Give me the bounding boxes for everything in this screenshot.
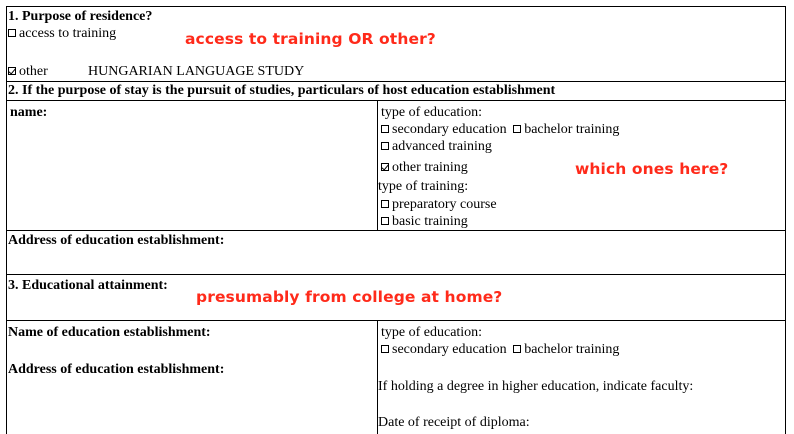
diploma-date-label: Date of receipt of diploma: bbox=[378, 415, 530, 430]
checkbox-other-training-checked[interactable] bbox=[381, 163, 389, 171]
type-of-education-label: type of education: bbox=[381, 105, 483, 120]
option-preparatory-label: preparatory course bbox=[392, 197, 497, 212]
border-right bbox=[785, 6, 786, 434]
option-secondary-label: secondary education bbox=[392, 122, 507, 137]
other-value: HUNGARIAN LANGUAGE STUDY bbox=[88, 64, 305, 79]
annotation-purpose: access to training OR other? bbox=[185, 30, 436, 48]
checkbox-secondary-education-section3[interactable] bbox=[381, 345, 389, 353]
option-row-secondary-bachelor: secondary education bachelor training bbox=[381, 121, 619, 138]
option-bachelor-label: bachelor training bbox=[524, 122, 620, 137]
checkbox-bachelor-training[interactable] bbox=[513, 125, 522, 133]
section2-title: 2. If the purpose of stay is the pursuit… bbox=[8, 83, 556, 98]
checkbox-bachelor-training-section3[interactable] bbox=[513, 345, 522, 353]
option-advanced-label: advanced training bbox=[392, 139, 492, 154]
checkbox-secondary-education[interactable] bbox=[381, 125, 389, 133]
option-access-to-training[interactable]: access to training bbox=[8, 25, 116, 42]
name-label-section3: Name of education establishment: bbox=[8, 325, 211, 340]
option-preparatory[interactable]: preparatory course bbox=[381, 196, 497, 213]
address-label-section2: Address of education establishment: bbox=[8, 233, 225, 248]
border-top bbox=[6, 6, 786, 7]
option-bachelor[interactable]: bachelor training bbox=[513, 122, 619, 137]
type-of-training-label: type of training: bbox=[378, 179, 469, 194]
border-left bbox=[6, 6, 7, 434]
option-advanced[interactable]: advanced training bbox=[381, 138, 492, 155]
annotation-which-ones: which ones here? bbox=[575, 160, 729, 178]
option-basic[interactable]: basic training bbox=[381, 213, 468, 230]
option-secondary-section3[interactable]: secondary education bbox=[381, 342, 507, 357]
option-other[interactable]: other bbox=[8, 63, 48, 80]
degree-faculty-label: If holding a degree in higher education,… bbox=[378, 379, 694, 394]
type-of-education-label-section3: type of education: bbox=[381, 325, 483, 340]
option-other-label: other bbox=[19, 64, 48, 79]
divider-after-section3-title bbox=[6, 320, 786, 321]
annotation-college: presumably from college at home? bbox=[196, 288, 503, 306]
option-bachelor-section3[interactable]: bachelor training bbox=[513, 342, 619, 357]
option-row-secondary-bachelor-section3: secondary education bachelor training bbox=[381, 341, 619, 358]
option-other-training[interactable]: other training bbox=[381, 159, 468, 176]
checkbox-preparatory-course[interactable] bbox=[381, 200, 389, 208]
option-access-label: access to training bbox=[19, 26, 117, 41]
name-label: name: bbox=[10, 105, 48, 120]
column-divider-upper bbox=[377, 100, 378, 231]
address-label-section3: Address of education establishment: bbox=[8, 362, 225, 377]
divider-after-section2-title bbox=[6, 100, 786, 101]
section3-title: 3. Educational attainment: bbox=[8, 278, 168, 293]
section1-title: 1. Purpose of residence? bbox=[8, 9, 153, 24]
checkbox-advanced-training[interactable] bbox=[381, 142, 389, 150]
divider-after-name-row bbox=[6, 230, 786, 231]
option-secondary-label-section3: secondary education bbox=[392, 342, 507, 357]
checkbox-basic-training[interactable] bbox=[381, 217, 389, 225]
option-bachelor-label-section3: bachelor training bbox=[524, 342, 620, 357]
option-basic-label: basic training bbox=[392, 214, 468, 229]
checkbox-access-to-training[interactable] bbox=[8, 29, 16, 37]
checkbox-other-checked[interactable] bbox=[8, 67, 16, 75]
option-secondary[interactable]: secondary education bbox=[381, 122, 507, 137]
option-other-training-label: other training bbox=[392, 160, 468, 175]
divider-after-address-row bbox=[6, 274, 786, 275]
